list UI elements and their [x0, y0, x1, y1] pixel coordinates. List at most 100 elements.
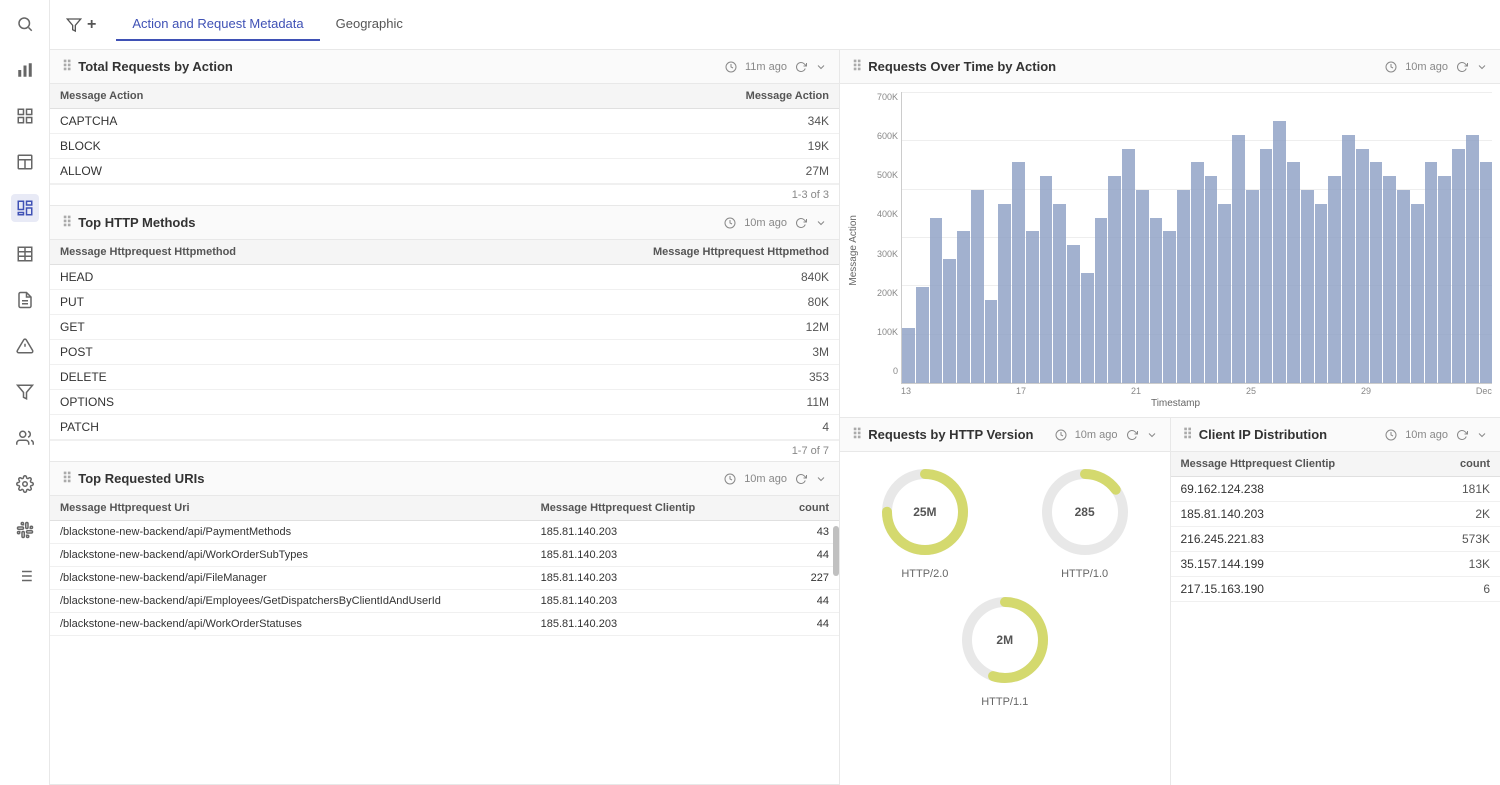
bar — [1191, 162, 1204, 383]
sidebar-list-icon[interactable] — [11, 562, 39, 590]
table-row: DELETE353 — [50, 365, 839, 390]
bar — [1480, 162, 1493, 383]
refresh-icon4[interactable] — [1456, 61, 1468, 73]
ip-count: 13K — [1427, 552, 1500, 577]
bar — [1411, 204, 1424, 383]
uri-value: /blackstone-new-backend/api/PaymentMetho… — [50, 521, 531, 544]
donut-item: 2M HTTP/1.1 — [955, 590, 1055, 708]
donut-value: 2M — [996, 633, 1013, 647]
bar — [1026, 231, 1039, 383]
chevron-down-icon4[interactable] — [1476, 61, 1488, 73]
sidebar-users-icon[interactable] — [11, 424, 39, 452]
table-row: PUT80K — [50, 290, 839, 315]
chevron-down-icon5[interactable] — [1146, 429, 1158, 441]
sidebar-settings-icon[interactable] — [11, 470, 39, 498]
refresh-icon6[interactable] — [1456, 429, 1468, 441]
chevron-down-icon6[interactable] — [1476, 429, 1488, 441]
chevron-down-icon2[interactable] — [815, 217, 827, 229]
action-name: ALLOW — [50, 159, 445, 184]
action-name: BLOCK — [50, 134, 445, 159]
client-ip-header: ⠿ Client IP Distribution 10m ago — [1171, 418, 1500, 452]
http-methods-table: Message Httprequest Httpmethod Message H… — [50, 240, 839, 440]
refresh-icon[interactable] — [795, 61, 807, 73]
top-uris-title: Top Requested URIs — [78, 471, 204, 486]
uri-value: /blackstone-new-backend/api/WorkOrderSta… — [50, 613, 531, 636]
action-name: CAPTCHA — [50, 109, 445, 134]
rot-chart-area: Message Action 700K 600K 500K 400K — [840, 84, 1500, 417]
refresh-icon5[interactable] — [1126, 429, 1138, 441]
refresh-icon3[interactable] — [795, 473, 807, 485]
bar — [1108, 176, 1121, 383]
ip-name: 35.157.144.199 — [1171, 552, 1427, 577]
chart-legend: Message Action — [848, 413, 1492, 417]
method-name: HEAD — [50, 265, 445, 290]
method-value: 840K — [445, 265, 840, 290]
donut-item: 285 HTTP/1.0 — [1035, 462, 1135, 580]
ip-value: 185.81.140.203 — [531, 590, 771, 613]
tab-action-metadata[interactable]: Action and Request Metadata — [116, 8, 319, 41]
sidebar-table-icon[interactable] — [11, 240, 39, 268]
rot-meta: 10m ago — [1385, 61, 1488, 73]
bar — [1136, 190, 1149, 383]
http-version-header: ⠿ Requests by HTTP Version 10m ago — [840, 418, 1170, 452]
donut-label: HTTP/1.0 — [1061, 568, 1108, 580]
chevron-down-icon[interactable] — [815, 61, 827, 73]
ip-value: 185.81.140.203 — [531, 544, 771, 567]
ci-title: Client IP Distribution — [1199, 427, 1327, 442]
donut-chart: 285 — [1035, 462, 1135, 562]
sidebar-slack-icon[interactable] — [11, 516, 39, 544]
http-version-widget: ⠿ Requests by HTTP Version 10m ago — [840, 418, 1171, 785]
x-axis-labels: 13 17 21 25 29 Dec — [901, 386, 1492, 396]
action-value: 34K — [445, 109, 840, 134]
ci-title-row: ⠿ Client IP Distribution — [1183, 426, 1328, 443]
sidebar-layout-icon[interactable] — [11, 148, 39, 176]
bar — [1397, 190, 1410, 383]
bar — [1315, 204, 1328, 383]
ip-name: 216.245.221.83 — [1171, 527, 1427, 552]
ip-count: 6 — [1427, 577, 1500, 602]
donut-chart: 2M — [955, 590, 1055, 690]
sidebar-dashboard-icon[interactable] — [11, 194, 39, 222]
requests-over-time-header: ⠿ Requests Over Time by Action 10m ago — [840, 50, 1500, 84]
clock-icon2 — [724, 217, 736, 229]
table-row: 216.245.221.83573K — [1171, 527, 1500, 552]
total-requests-table: Message Action Message Action CAPTCHA34K… — [50, 84, 839, 184]
top-uris-timestamp: 10m ago — [744, 473, 787, 485]
add-filter-button[interactable]: + — [66, 16, 96, 34]
bar — [1370, 162, 1383, 383]
table-row: 35.157.144.19913K — [1171, 552, 1500, 577]
bar — [1040, 176, 1053, 383]
top-uris-header: ⠿ Top Requested URIs 10m ago — [50, 462, 839, 496]
ip-value: 185.81.140.203 — [531, 613, 771, 636]
table-row: HEAD840K — [50, 265, 839, 290]
chevron-down-icon3[interactable] — [815, 473, 827, 485]
donut-chart: 25M — [875, 462, 975, 562]
bar — [1232, 135, 1245, 383]
hv-title-row: ⠿ Requests by HTTP Version — [852, 426, 1033, 443]
tab-geographic[interactable]: Geographic — [320, 8, 419, 41]
scrollbar-indicator[interactable] — [833, 526, 839, 576]
action-value: 27M — [445, 159, 840, 184]
refresh-icon2[interactable] — [795, 217, 807, 229]
method-value: 4 — [445, 415, 840, 440]
sidebar-doc-icon[interactable] — [11, 286, 39, 314]
sidebar-search-icon[interactable] — [11, 10, 39, 38]
http-methods-meta: 10m ago — [724, 217, 827, 229]
count-header: count — [1427, 452, 1500, 477]
client-ip-table: Message Httprequest Clientip count 69.16… — [1171, 452, 1500, 602]
hv-timestamp: 10m ago — [1075, 429, 1118, 441]
count-value: 44 — [770, 544, 839, 567]
sidebar-alert-icon[interactable] — [11, 332, 39, 360]
sidebar-filter-icon[interactable] — [11, 378, 39, 406]
clock-icon4 — [1385, 61, 1397, 73]
total-requests-title: Total Requests by Action — [78, 59, 233, 74]
top-uris-meta: 10m ago — [724, 473, 827, 485]
total-requests-title-row: ⠿ Total Requests by Action — [62, 58, 233, 75]
bar — [1205, 176, 1218, 383]
ci-meta: 10m ago — [1385, 429, 1488, 441]
table-row: 69.162.124.238181K — [1171, 477, 1500, 502]
col1-header: Message Action — [50, 84, 445, 109]
sidebar-grid-icon[interactable] — [11, 102, 39, 130]
table-row: /blackstone-new-backend/api/PaymentMetho… — [50, 521, 839, 544]
sidebar-chart-icon[interactable] — [11, 56, 39, 84]
